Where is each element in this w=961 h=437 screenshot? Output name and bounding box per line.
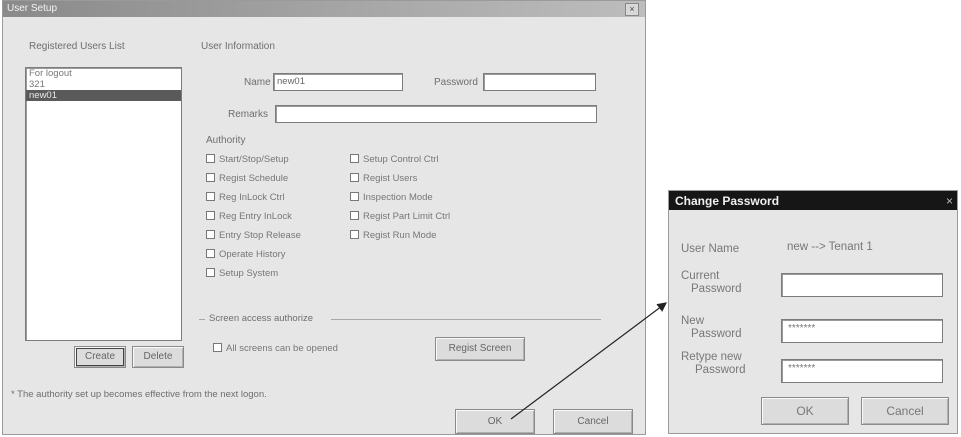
current-password-label: Password: [691, 283, 742, 295]
user-name-label: User Name: [681, 243, 740, 255]
ok-button[interactable]: OK: [761, 397, 849, 425]
new-password-label: New: [681, 315, 705, 327]
user-name-value: new --> Tenant 1: [787, 241, 873, 253]
retype-password-label: Password: [695, 364, 746, 376]
dialog-title: Change Password: [675, 194, 780, 208]
change-password-dialog: Change Password × User Name new --> Tena…: [668, 190, 958, 434]
retype-password-field[interactable]: *******: [781, 359, 943, 383]
new-password-label: Password: [691, 328, 742, 340]
cancel-button[interactable]: Cancel: [861, 397, 949, 425]
title-bar[interactable]: Change Password ×: [669, 191, 957, 210]
retype-password-label: Retype new: [681, 351, 742, 363]
close-icon[interactable]: ×: [946, 194, 953, 208]
current-password-label: Current: [681, 270, 720, 282]
new-password-field[interactable]: *******: [781, 319, 943, 343]
current-password-field[interactable]: [781, 273, 943, 297]
